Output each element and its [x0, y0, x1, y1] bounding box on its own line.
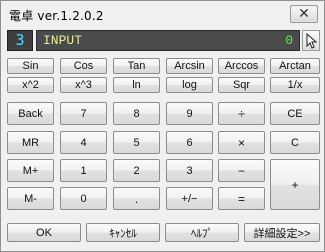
digit-0-button[interactable]: 0 — [60, 187, 107, 210]
clear-entry-button[interactable]: CE — [270, 102, 320, 125]
input-value: 0 — [285, 33, 293, 48]
display-row: 3 INPUT 0 — [7, 30, 320, 51]
pointer-button[interactable] — [302, 30, 320, 51]
digit-1-button[interactable]: 1 — [60, 159, 107, 182]
plus-button[interactable]: + — [270, 159, 320, 210]
cancel-button[interactable]: ｷｬﾝｾﾙ — [86, 223, 160, 242]
title-bar: 電卓 ver.1.2.0.2 ✕ — [1, 1, 324, 27]
divide-button[interactable]: ÷ — [218, 102, 265, 125]
digit-2-button[interactable]: 2 — [113, 159, 160, 182]
calculator-window: 電卓 ver.1.2.0.2 ✕ 3 INPUT 0 Sin Cos Tan A… — [0, 0, 325, 252]
arctan-button[interactable]: Arctan — [270, 58, 320, 74]
window-title: 電卓 ver.1.2.0.2 — [9, 9, 104, 23]
memory-minus-button[interactable]: M- — [7, 187, 54, 210]
memory-recall-button[interactable]: MR — [7, 131, 54, 154]
back-button[interactable]: Back — [7, 102, 54, 125]
cube-button[interactable]: x^3 — [60, 77, 107, 93]
log-button[interactable]: log — [166, 77, 213, 93]
advanced-settings-button[interactable]: 詳細設定>> — [244, 223, 320, 242]
cos-button[interactable]: Cos — [60, 58, 107, 74]
equals-button[interactable]: = — [218, 187, 265, 210]
reciprocal-button[interactable]: 1/x — [270, 77, 320, 93]
mode-indicator: 3 — [7, 30, 33, 51]
sin-button[interactable]: Sin — [7, 58, 54, 74]
digit-9-button[interactable]: 9 — [166, 102, 213, 125]
clear-button[interactable]: C — [270, 131, 320, 154]
help-button[interactable]: ﾍﾙﾌﾟ — [165, 223, 239, 242]
input-display: INPUT 0 — [36, 30, 300, 51]
tan-button[interactable]: Tan — [113, 58, 160, 74]
input-label: INPUT — [43, 33, 83, 48]
arcsin-button[interactable]: Arcsin — [166, 58, 213, 74]
digit-3-button[interactable]: 3 — [166, 159, 213, 182]
multiply-button[interactable]: × — [218, 131, 265, 154]
digit-5-button[interactable]: 5 — [113, 131, 160, 154]
digit-6-button[interactable]: 6 — [166, 131, 213, 154]
memory-plus-button[interactable]: M+ — [7, 159, 54, 182]
close-button[interactable]: ✕ — [290, 5, 318, 23]
ln-button[interactable]: ln — [113, 77, 160, 93]
digit-8-button[interactable]: 8 — [113, 102, 160, 125]
pointer-icon — [306, 33, 318, 49]
sign-toggle-button[interactable]: +/− — [166, 187, 213, 210]
ok-button[interactable]: OK — [7, 223, 81, 242]
arccos-button[interactable]: Arccos — [218, 58, 265, 74]
square-button[interactable]: x^2 — [7, 77, 54, 93]
digit-7-button[interactable]: 7 — [60, 102, 107, 125]
decimal-point-button[interactable]: . — [113, 187, 160, 210]
sqr-button[interactable]: Sqr — [218, 77, 265, 93]
minus-button[interactable]: − — [218, 159, 265, 182]
digit-4-button[interactable]: 4 — [60, 131, 107, 154]
